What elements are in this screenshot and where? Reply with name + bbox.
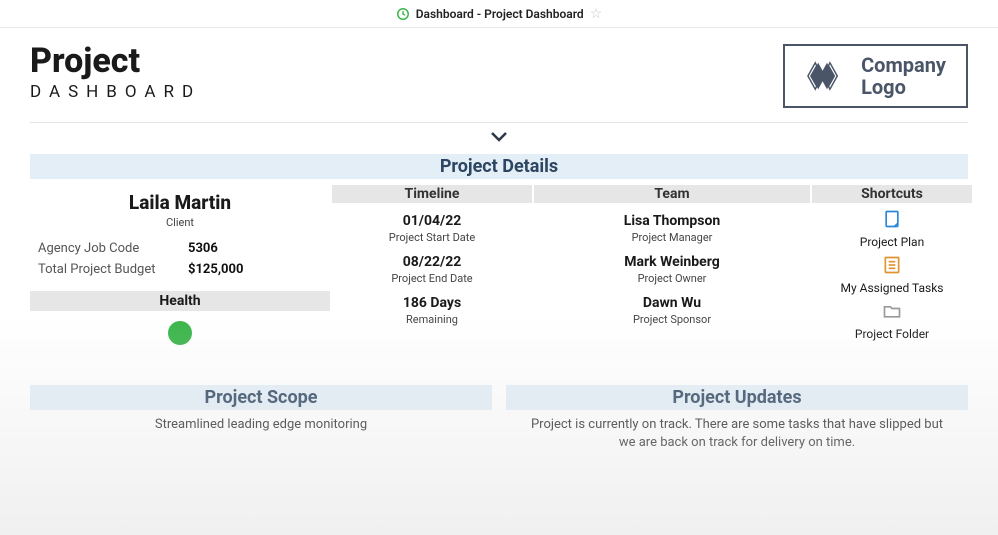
top-bar: Dashboard - Project Dashboard ☆	[0, 0, 998, 28]
health-heading: Health	[30, 291, 330, 311]
favorite-star-icon[interactable]: ☆	[590, 6, 603, 22]
shortcut-project-folder[interactable]: Project Folder	[812, 301, 972, 341]
team-column: Team Lisa Thompson Project Manager Mark …	[534, 185, 810, 345]
tasks-icon	[882, 255, 902, 281]
client-role: Client	[30, 216, 330, 229]
agency-code-value: 5306	[188, 241, 218, 256]
shortcut-label: Project Folder	[855, 327, 929, 341]
company-logo: Company Logo	[783, 44, 968, 108]
start-date-label: Project Start Date	[332, 231, 532, 244]
project-scope-heading: Project Scope	[30, 385, 492, 410]
timeline-heading: Timeline	[332, 185, 532, 203]
client-name: Laila Martin	[30, 191, 330, 214]
project-details-heading: Project Details	[30, 154, 968, 179]
chevron-down-icon[interactable]	[490, 127, 508, 148]
team-member-role: Project Manager	[534, 231, 810, 244]
days-remaining: 186 Days	[332, 295, 532, 311]
document-icon	[882, 209, 902, 235]
project-updates-text: Project is currently on track. There are…	[506, 416, 968, 451]
shortcut-project-plan[interactable]: Project Plan	[812, 209, 972, 249]
page-title: Dashboard - Project Dashboard	[416, 7, 584, 21]
team-member-role: Project Owner	[534, 272, 810, 285]
team-member-name: Mark Weinberg	[534, 254, 810, 270]
section-divider	[30, 122, 968, 148]
timeline-column: Timeline 01/04/22 Project Start Date 08/…	[332, 185, 532, 345]
shortcuts-column: Shortcuts Project Plan My Assigned Tasks…	[812, 185, 972, 345]
project-heading: Project DASHBOARD	[30, 44, 201, 102]
clock-icon	[396, 7, 410, 21]
budget-value: $125,000	[188, 262, 243, 277]
project-scope-text: Streamlined leading edge monitoring	[30, 416, 492, 434]
health-status-dot	[168, 321, 192, 345]
budget-label: Total Project Budget	[38, 262, 188, 277]
project-title: Project	[30, 44, 201, 78]
project-subtitle: DASHBOARD	[30, 82, 201, 102]
shortcut-label: My Assigned Tasks	[841, 281, 944, 295]
team-member-name: Dawn Wu	[534, 295, 810, 311]
logo-text-2: Logo	[861, 76, 946, 98]
project-updates-section: Project Updates Project is currently on …	[506, 385, 968, 451]
logo-icon	[805, 58, 849, 94]
logo-text-1: Company	[861, 54, 946, 76]
shortcut-label: Project Plan	[860, 235, 924, 249]
start-date: 01/04/22	[332, 213, 532, 229]
project-updates-heading: Project Updates	[506, 385, 968, 410]
project-scope-section: Project Scope Streamlined leading edge m…	[30, 385, 492, 451]
end-date: 08/22/22	[332, 254, 532, 270]
client-column: Laila Martin Client Agency Job Code 5306…	[30, 185, 330, 345]
shortcuts-heading: Shortcuts	[812, 185, 972, 203]
end-date-label: Project End Date	[332, 272, 532, 285]
team-member-name: Lisa Thompson	[534, 213, 810, 229]
agency-code-label: Agency Job Code	[38, 241, 188, 256]
shortcut-my-tasks[interactable]: My Assigned Tasks	[812, 255, 972, 295]
days-remaining-label: Remaining	[332, 313, 532, 326]
folder-icon	[882, 301, 902, 327]
team-member-role: Project Sponsor	[534, 313, 810, 326]
team-heading: Team	[534, 185, 810, 203]
